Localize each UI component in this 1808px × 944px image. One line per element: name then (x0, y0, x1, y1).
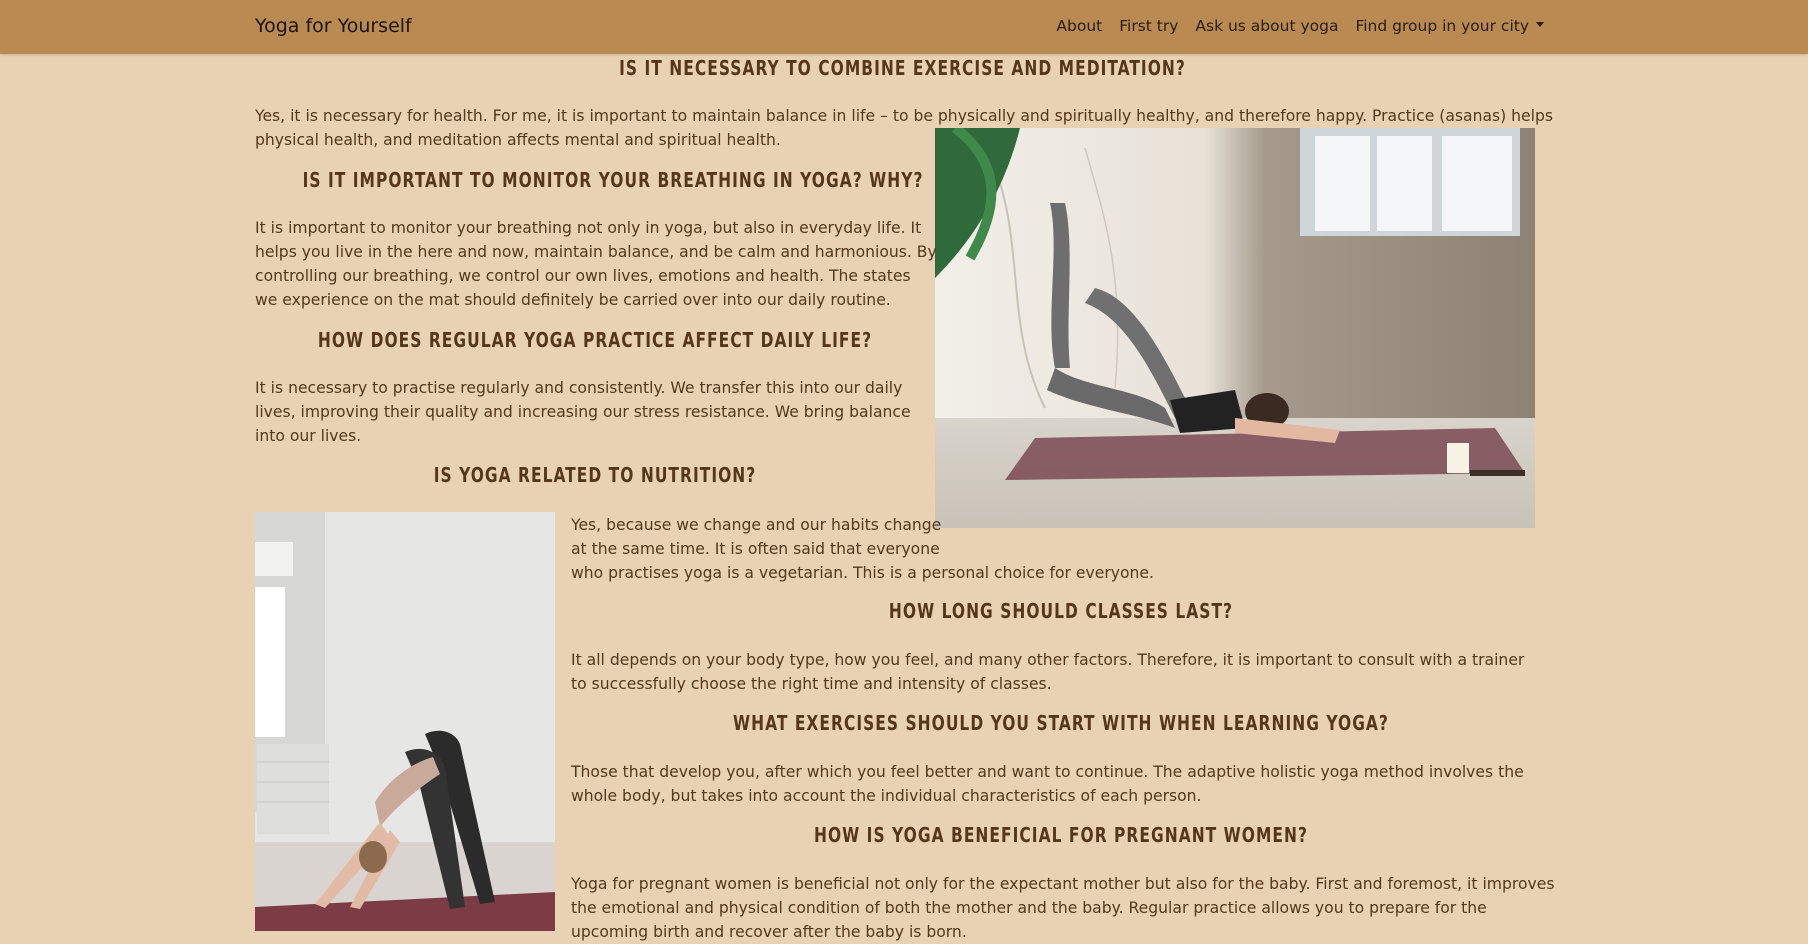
section-title-exercise-meditation: IS IT NECESSARY TO COMBINE EXERCISE AND … (619, 56, 1186, 80)
nav-link-ask-us[interactable]: Ask us about yoga (1195, 17, 1338, 35)
section-text-nutrition: Yes, because we change and our habits ch… (571, 513, 1171, 585)
section-text-breathing: It is important to monitor your breathin… (255, 219, 937, 309)
section-title-breathing: IS IT IMPORTANT TO MONITOR YOUR BREATHIN… (302, 168, 924, 192)
nav-dropdown-find-group[interactable]: Find group in your city (1355, 17, 1544, 35)
section-text-class-length: It all depends on your body type, how yo… (571, 651, 1525, 693)
section-text-starting-exercises: Those that develop you, after which you … (571, 763, 1524, 805)
nav-menu: About First try Ask us about yoga Find g… (1056, 17, 1544, 35)
section-text-pregnant-women: Yoga for pregnant women is beneficial no… (571, 875, 1555, 941)
nutrition-line-3: who practises yoga is a vegetarian. This… (571, 564, 1154, 582)
yoga-downward-dog-image (255, 512, 555, 931)
top-navbar: Yoga for Yourself About First try Ask us… (0, 0, 1808, 54)
nutrition-line-2: at the same time. It is often said that … (571, 540, 940, 558)
section-title-pregnant-women: HOW IS YOGA BENEFICIAL FOR PREGNANT WOME… (813, 823, 1309, 847)
nav-dropdown-label: Find group in your city (1355, 17, 1529, 35)
nutrition-line-1: Yes, because we change and our habits ch… (571, 516, 942, 534)
yoga-wall-pose-photo (935, 128, 1535, 528)
section-title-starting-exercises: WHAT EXERCISES SHOULD YOU START WITH WHE… (733, 711, 1389, 735)
section-title-daily-life: HOW DOES REGULAR YOGA PRACTICE AFFECT DA… (317, 328, 873, 352)
section-title-nutrition: IS YOGA RELATED TO NUTRITION? (433, 463, 757, 487)
brand-link[interactable]: Yoga for Yourself (255, 15, 412, 37)
yoga-downward-dog-photo (255, 512, 555, 931)
section-title-class-length: HOW LONG SHOULD CLASSES LAST? (888, 599, 1234, 623)
yoga-wall-pose-image (935, 128, 1535, 528)
nav-link-first-try[interactable]: First try (1119, 17, 1178, 35)
section-text-daily-life: It is necessary to practise regularly an… (255, 379, 911, 445)
nav-link-about[interactable]: About (1056, 17, 1102, 35)
caret-down-icon (1536, 22, 1544, 27)
